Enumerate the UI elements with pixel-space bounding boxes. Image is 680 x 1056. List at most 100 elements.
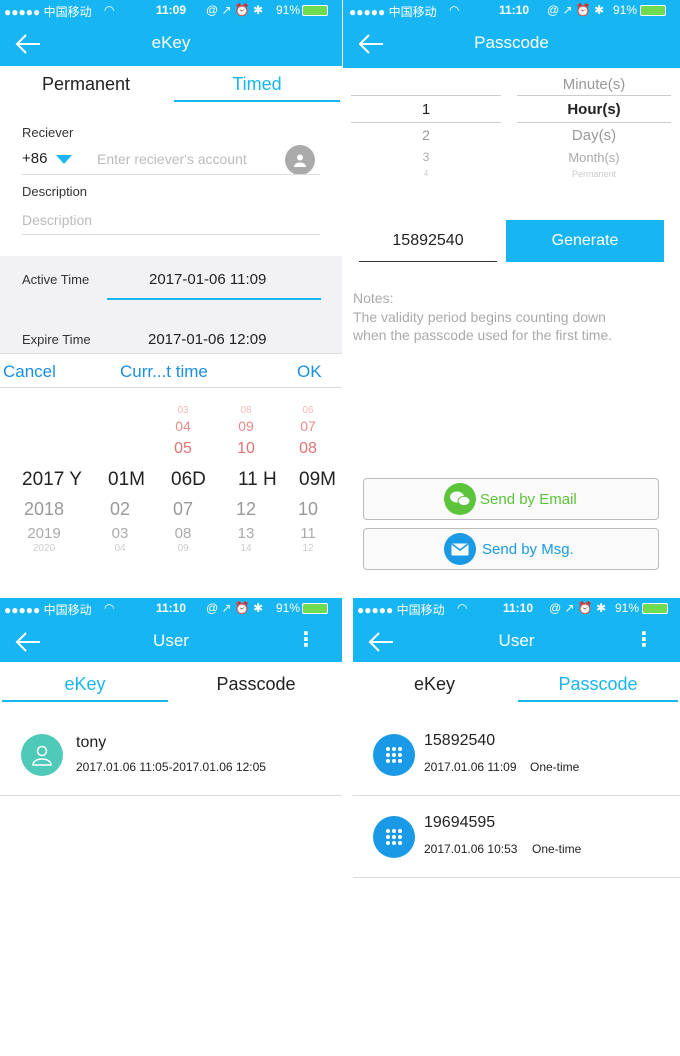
- unit-option[interactable]: Permanent: [517, 169, 671, 179]
- wifi-icon: ◠: [104, 601, 115, 615]
- hour-option[interactable]: 12: [226, 499, 266, 520]
- battery-icon: [642, 603, 668, 614]
- country-code[interactable]: +86: [22, 150, 47, 167]
- user-period: 2017.01.06 11:05-2017.01.06 12:05: [76, 760, 266, 774]
- month-selected[interactable]: 01M: [108, 469, 145, 491]
- number-option[interactable]: 3: [351, 150, 501, 164]
- number-option[interactable]: 4: [351, 169, 501, 178]
- day-option[interactable]: 07: [163, 499, 203, 520]
- notes-title: Notes:: [353, 290, 394, 306]
- battery-icon: [302, 603, 328, 614]
- more-menu-icon[interactable]: ⋮: [634, 630, 654, 650]
- minute-option[interactable]: 07: [288, 418, 328, 434]
- nav-bar: User ⋮: [0, 618, 342, 662]
- nav-bar: User ⋮: [353, 618, 680, 662]
- passcode-field[interactable]: 15892540: [359, 232, 497, 250]
- duration-picker[interactable]: 1 2 3 4 Minute(s) Hour(s) Day(s) Month(s…: [351, 72, 671, 182]
- day-selected[interactable]: 06D: [171, 469, 206, 491]
- carrier-signal: ●●●●● 中国移动: [4, 5, 92, 19]
- carrier-signal: ●●●●● 中国移动: [4, 603, 92, 617]
- month-option[interactable]: 04: [100, 543, 140, 554]
- generate-button[interactable]: Generate: [506, 220, 664, 262]
- minute-option[interactable]: 11: [288, 525, 328, 542]
- day-option[interactable]: 04: [163, 418, 203, 434]
- minute-option[interactable]: 10: [288, 499, 328, 520]
- hour-option[interactable]: 09: [226, 418, 266, 434]
- active-time-underline: [107, 298, 321, 300]
- active-time-value[interactable]: 2017-01-06 11:09: [149, 271, 266, 288]
- day-option[interactable]: 08: [163, 525, 203, 542]
- divider: [22, 174, 320, 175]
- tab-passcode[interactable]: Passcode: [516, 674, 680, 695]
- active-time-label: Active Time: [22, 272, 90, 287]
- number-selected[interactable]: 1: [351, 101, 501, 118]
- passcode-date: 2017.01.06 11:09: [424, 760, 517, 774]
- send-email-label: Send by Email: [480, 491, 577, 508]
- expire-time-value[interactable]: 2017-01-06 12:09: [148, 331, 266, 348]
- contact-icon[interactable]: [285, 145, 315, 175]
- wechat-icon: [444, 483, 476, 515]
- status-time: 11:09: [156, 3, 187, 17]
- day-option[interactable]: 09: [163, 543, 203, 554]
- status-time: 11:10: [503, 601, 534, 615]
- minute-selected[interactable]: 09M: [299, 469, 336, 491]
- tab-passcode[interactable]: Passcode: [170, 674, 342, 695]
- unit-selected[interactable]: Hour(s): [517, 101, 671, 118]
- receiver-input[interactable]: Enter reciever's account: [97, 151, 247, 167]
- page-title: User: [498, 631, 535, 650]
- number-option[interactable]: 2: [351, 127, 501, 143]
- hour-option[interactable]: 08: [226, 405, 266, 416]
- tab-permanent[interactable]: Permanent: [0, 74, 172, 95]
- page-title: eKey: [151, 33, 191, 52]
- date-picker-wheel[interactable]: 03 04 05 08 09 10 06 07 08 2017 Y 01M 06…: [0, 389, 342, 559]
- list-item[interactable]: 15892540 2017.01.06 11:09 One-time: [353, 716, 680, 796]
- send-by-email-button[interactable]: Send by Email: [363, 478, 659, 520]
- month-option[interactable]: 03: [100, 525, 140, 542]
- minute-option[interactable]: 06: [288, 405, 328, 416]
- tab-ekey[interactable]: eKey: [0, 674, 170, 695]
- description-input[interactable]: Description: [22, 212, 92, 228]
- ok-button[interactable]: OK: [297, 362, 322, 382]
- dropdown-triangle-icon[interactable]: [56, 155, 72, 164]
- user-avatar-icon: [21, 734, 63, 776]
- more-menu-icon[interactable]: ⋮: [296, 630, 316, 650]
- year-option[interactable]: 2019: [14, 525, 74, 542]
- wifi-icon: ◠: [104, 3, 115, 17]
- minute-option[interactable]: 12: [288, 543, 328, 554]
- day-option[interactable]: 05: [163, 440, 203, 458]
- status-icons: @ ↗ ⏰ ✱: [206, 601, 264, 615]
- ekey-screen: ●●●●● 中国移动 ◠ 11:09 @ ↗ ⏰ ✱ 91% eKey Perm…: [0, 0, 342, 595]
- tab-indicator: [174, 100, 340, 102]
- current-time-button[interactable]: Curr...t time: [120, 362, 208, 382]
- cancel-button[interactable]: Cancel: [3, 362, 56, 382]
- picker-toolbar: Cancel Curr...t time OK: [0, 353, 342, 388]
- carrier-signal: ●●●●● 中国移动: [357, 603, 445, 617]
- tab-timed[interactable]: Timed: [172, 74, 342, 95]
- hour-option[interactable]: 14: [226, 543, 266, 554]
- tab-ekey[interactable]: eKey: [353, 674, 516, 695]
- picker-line: [517, 122, 671, 123]
- hour-option[interactable]: 13: [226, 525, 266, 542]
- status-icons: @ ↗ ⏰ ✱: [206, 3, 264, 17]
- unit-option[interactable]: Day(s): [517, 127, 671, 144]
- notes-line: when the passcode used for the first tim…: [353, 327, 613, 343]
- unit-option[interactable]: Minute(s): [517, 76, 671, 93]
- list-item[interactable]: tony 2017.01.06 11:05-2017.01.06 12:05: [0, 716, 342, 796]
- tab-indicator: [2, 700, 168, 702]
- hour-option[interactable]: 10: [226, 440, 266, 458]
- month-option[interactable]: 02: [100, 499, 140, 520]
- wifi-icon: ◠: [457, 601, 468, 615]
- day-option[interactable]: 03: [163, 405, 203, 416]
- hour-selected[interactable]: 11 H: [238, 469, 277, 491]
- year-selected[interactable]: 2017 Y: [22, 469, 82, 491]
- year-option[interactable]: 2020: [14, 543, 74, 554]
- battery-icon: [640, 5, 666, 16]
- unit-option[interactable]: Month(s): [517, 150, 671, 165]
- year-option[interactable]: 2018: [14, 499, 74, 520]
- send-by-msg-button[interactable]: Send by Msg.: [363, 528, 659, 570]
- minute-option[interactable]: 08: [288, 440, 328, 458]
- list-item[interactable]: 19694595 2017.01.06 10:53 One-time: [353, 796, 680, 878]
- notes-line: The validity period begins counting down: [353, 309, 606, 325]
- status-icons: @ ↗ ⏰ ✱: [549, 601, 607, 615]
- battery-percent: 91%: [276, 3, 301, 17]
